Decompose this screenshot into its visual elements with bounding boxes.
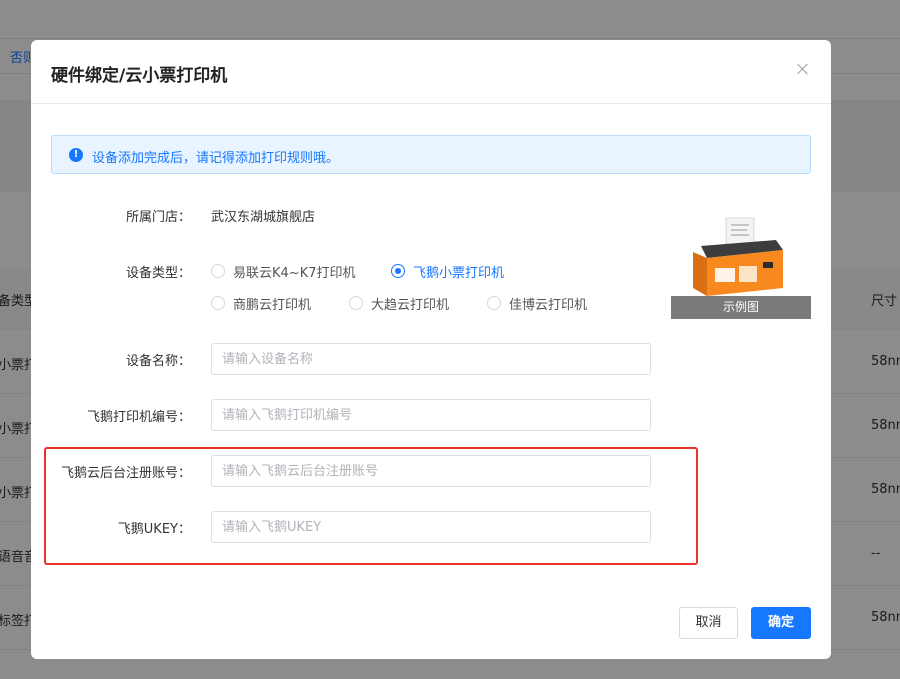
radio-jiabo[interactable]: 佳博云打印机: [487, 294, 588, 313]
radio-button[interactable]: [211, 296, 225, 310]
radio-button[interactable]: [211, 264, 225, 278]
store-label: 所属门店：: [125, 210, 191, 225]
account-input[interactable]: [211, 455, 651, 487]
radio-daqu[interactable]: 大趋云打印机: [349, 294, 450, 313]
bind-printer-dialog: 硬件绑定/云小票打印机 ! 设备添加完成后，请记得添加打印规则哦。 所属门店： …: [31, 40, 831, 659]
close-icon[interactable]: [796, 62, 810, 76]
radio-label: 大趋云打印机: [371, 297, 450, 313]
confirm-button[interactable]: 确定: [751, 607, 811, 639]
ukey-label: 飞鹅UKEY：: [117, 522, 191, 537]
device-type-label: 设备类型：: [125, 266, 191, 281]
alert-text: 设备添加完成后，请记得添加打印规则哦。: [92, 151, 340, 166]
radio-label: 易联云K4~K7打印机: [233, 265, 356, 281]
dialog-header: 硬件绑定/云小票打印机: [31, 40, 831, 104]
radio-button-selected[interactable]: [391, 264, 405, 278]
ukey-input[interactable]: [211, 511, 651, 543]
info-alert: ! 设备添加完成后，请记得添加打印规则哦。: [51, 135, 811, 174]
radio-label: 商鹏云打印机: [233, 297, 312, 313]
printer-sn-label: 飞鹅打印机编号：: [86, 410, 191, 425]
device-name-input[interactable]: [211, 343, 651, 375]
radio-label: 飞鹅小票打印机: [413, 265, 505, 281]
radio-feie[interactable]: 飞鹅小票打印机: [391, 262, 505, 281]
example-image[interactable]: 示例图: [671, 216, 811, 319]
printer-sn-input[interactable]: [211, 399, 651, 431]
example-caption: 示例图: [671, 296, 811, 319]
radio-label: 佳博云打印机: [509, 297, 588, 313]
printer-image: [671, 216, 811, 296]
info-icon: !: [69, 148, 83, 162]
device-name-label: 设备名称：: [125, 354, 191, 369]
account-label: 飞鹅云后台注册账号：: [60, 466, 191, 481]
radio-yilianyun[interactable]: 易联云K4~K7打印机: [211, 262, 356, 281]
dialog-title: 硬件绑定/云小票打印机: [51, 66, 228, 86]
radio-button[interactable]: [349, 296, 363, 310]
cancel-button[interactable]: 取消: [679, 607, 738, 639]
store-value: 武汉东湖城旗舰店: [211, 210, 316, 225]
radio-button[interactable]: [487, 296, 501, 310]
radio-shangpeng[interactable]: 商鹏云打印机: [211, 294, 312, 313]
